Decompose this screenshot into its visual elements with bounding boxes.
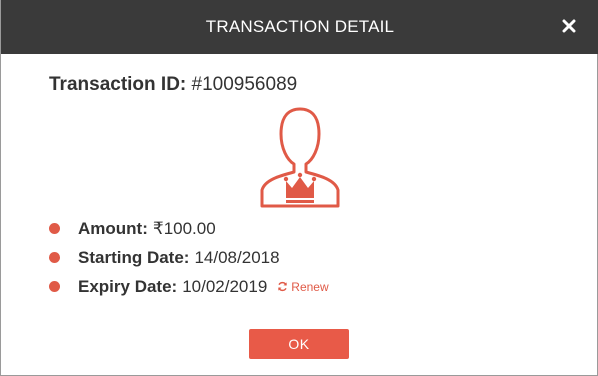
amount-label: Amount: <box>78 218 148 238</box>
detail-item-starting-date: Starting Date: 14/08/2018 <box>49 243 329 272</box>
dialog-title: TRANSACTION DETAIL <box>205 17 395 36</box>
refresh-icon <box>278 281 288 292</box>
transaction-id-label: Transaction ID: <box>49 74 187 95</box>
bullet-icon <box>49 223 60 234</box>
bullet-icon <box>49 252 60 263</box>
renew-label: Renew <box>291 279 329 294</box>
bullet-icon <box>49 281 60 292</box>
close-button[interactable] <box>557 14 581 38</box>
renew-link[interactable]: Renew <box>277 279 329 294</box>
starting-date-value: 14/08/2018 <box>194 247 280 267</box>
close-icon <box>562 19 576 33</box>
transaction-id-value: #100956089 <box>191 74 298 95</box>
expiry-date-label: Expiry Date: <box>78 276 178 296</box>
detail-item-expiry-date: Expiry Date: 10/02/2019 Renew <box>49 272 329 301</box>
expiry-date-value: 10/02/2019 <box>182 276 268 296</box>
amount-value: ₹100.00 <box>152 218 216 238</box>
ok-button[interactable]: OK <box>249 329 349 359</box>
starting-date-label: Starting Date: <box>78 247 190 267</box>
detail-item-amount: Amount: ₹100.00 <box>49 214 329 243</box>
dialog-header: TRANSACTION DETAIL <box>1 0 598 54</box>
transaction-detail-dialog: TRANSACTION DETAIL Transaction ID: #1009… <box>0 0 598 376</box>
premium-user-crown-icon <box>260 107 340 208</box>
transaction-id-row: Transaction ID: #100956089 <box>49 74 297 96</box>
transaction-details-list: Amount: ₹100.00 Starting Date: 14/08/201… <box>49 214 329 301</box>
